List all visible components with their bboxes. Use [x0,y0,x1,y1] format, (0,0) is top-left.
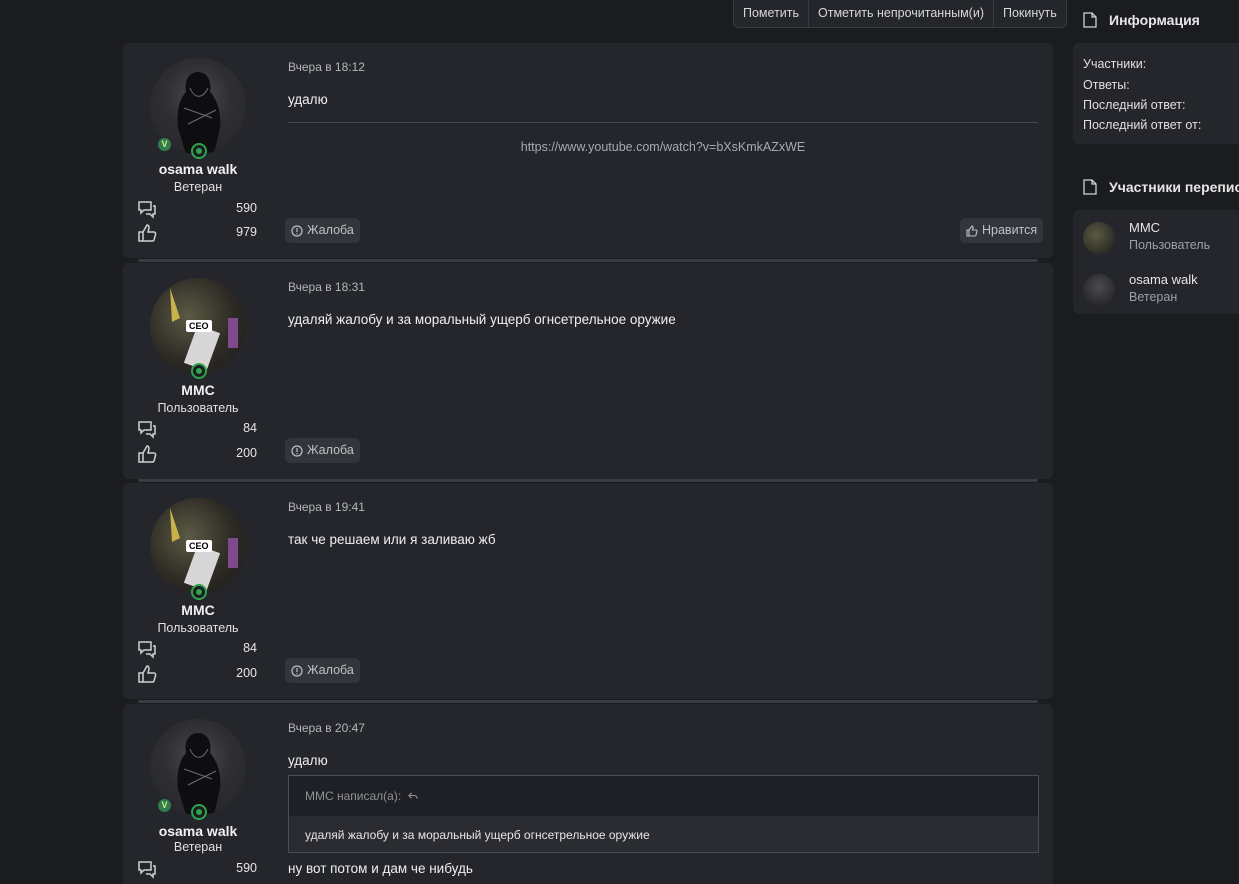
likes-stat: 979 [137,223,257,243]
post-divider [138,259,1038,262]
member-avatar[interactable] [1083,222,1115,254]
info-replies: Ответы: [1083,78,1130,92]
online-status-icon [191,363,207,379]
messages-count: 590 [236,861,257,875]
document-icon [1083,12,1097,28]
likes-count: 200 [236,666,257,680]
comments-icon [138,421,156,439]
messages-stat: 84 [137,419,257,439]
comments-icon [138,201,156,219]
member-title: Пользователь [1129,238,1211,252]
message-post: V osama walk Ветеран 590 979 Вчера в 18:… [123,43,1053,258]
member-avatar[interactable] [1083,274,1115,306]
post-text: удаляй жалобу и за моральный ущерб огнсе… [288,312,676,327]
message-post: CEO MMC Пользователь 84 200 Вчера в 18:3… [123,263,1053,479]
verified-badge-icon: V [158,138,171,151]
messages-count: 84 [243,421,257,435]
info-title: Информация [1109,12,1200,28]
like-label: Нравится [982,223,1038,237]
leave-button[interactable]: Покинуть [993,0,1066,27]
report-button[interactable]: Жалоба [285,658,360,683]
post-time[interactable]: Вчера в 20:47 [288,721,365,735]
signature-link[interactable]: https://www.youtube.com/watch?v=bXsKmkAZ… [288,140,1038,154]
avatar[interactable]: CEO [150,498,246,594]
quote-text: удаляй жалобу и за моральный ущерб огнсе… [289,816,1038,852]
member-name[interactable]: osama walk [1129,272,1198,287]
comments-icon [138,861,156,879]
member-item[interactable]: osama walk Ветеран [1083,272,1239,312]
conversation-actions: Пометить Отметить непрочитанным(и) Покин… [733,0,1067,28]
report-button[interactable]: Жалоба [285,438,360,463]
warning-circle-icon [291,224,303,237]
members-panel: MMC Пользователь osama walk Ветеран [1073,210,1239,314]
thumbs-up-icon [138,445,157,463]
author-name[interactable]: osama walk [123,161,273,177]
online-status-icon [191,804,207,820]
likes-stat: 200 [137,444,257,464]
signature-divider [288,122,1038,123]
ceo-badge: CEO [186,540,212,552]
user-title: Пользователь [157,401,239,415]
author-name[interactable]: MMC [123,602,273,618]
report-button[interactable]: Жалоба [285,218,360,243]
mark-unread-button[interactable]: Отметить непрочитанным(и) [808,0,993,27]
report-label: Жалоба [307,663,354,677]
message-post: V osama walk Ветеран 590 Вчера в 20:47 у… [123,704,1053,884]
thumbs-up-icon [966,224,978,237]
members-title: Участники переписки [1109,179,1239,195]
document-icon [1083,179,1097,195]
messages-stat: 84 [137,639,257,659]
user-title: Пользователь [157,621,239,635]
member-name[interactable]: MMC [1129,220,1160,235]
info-last-reply-from: Последний ответ от: [1083,118,1202,132]
messages-count: 84 [243,641,257,655]
quote-header[interactable]: MMC написал(а): [305,789,418,803]
verified-badge-icon: V [158,799,171,812]
post-time[interactable]: Вчера в 18:12 [288,60,365,74]
author-name[interactable]: MMC [123,382,273,398]
likes-stat: 200 [137,664,257,684]
message-post: CEO MMC Пользователь 84 200 Вчера в 19:4… [123,483,1053,699]
likes-count: 200 [236,446,257,460]
messages-stat: 590 [137,859,257,879]
ceo-badge: CEO [186,320,212,332]
post-text: так че решаем или я заливаю жб [288,532,496,547]
thumbs-up-icon [138,224,157,242]
like-button[interactable]: Нравится [960,218,1044,243]
messages-stat: 590 [137,199,257,219]
quote-author: MMC написал(а): [305,789,402,803]
post-time[interactable]: Вчера в 18:31 [288,280,365,294]
thumbs-up-icon [138,665,157,683]
online-status-icon [191,584,207,600]
post-text: удалю [288,753,328,768]
comments-icon [138,641,156,659]
info-heading: Информация [1083,12,1200,28]
info-last-reply: Последний ответ: [1083,98,1186,112]
report-label: Жалоба [307,443,354,457]
mark-button[interactable]: Пометить [734,0,808,27]
member-title: Ветеран [1129,290,1178,304]
post-divider [138,479,1038,482]
likes-count: 979 [236,225,257,239]
info-panel: Участники: Ответы: Последний ответ: Посл… [1073,43,1239,144]
report-label: Жалоба [307,223,354,237]
post-text: удалю [288,92,328,107]
messages-count: 590 [236,201,257,215]
quote-block: MMC написал(а): удаляй жалобу и за морал… [288,775,1039,853]
user-title: Ветеран [173,180,223,194]
user-title: Ветеран [173,840,223,854]
online-status-icon [191,143,207,159]
info-participants: Участники: [1083,57,1147,71]
members-heading: Участники переписки [1083,179,1239,195]
post-time[interactable]: Вчера в 19:41 [288,500,365,514]
author-name[interactable]: osama walk [123,823,273,839]
member-item[interactable]: MMC Пользователь [1083,220,1239,260]
warning-circle-icon [291,444,303,457]
warning-circle-icon [291,664,303,677]
post-divider [138,700,1038,703]
reply-arrow-icon [408,791,418,799]
post-text-continued: ну вот потом и дам че нибудь [288,861,473,876]
avatar[interactable]: CEO [150,278,246,374]
